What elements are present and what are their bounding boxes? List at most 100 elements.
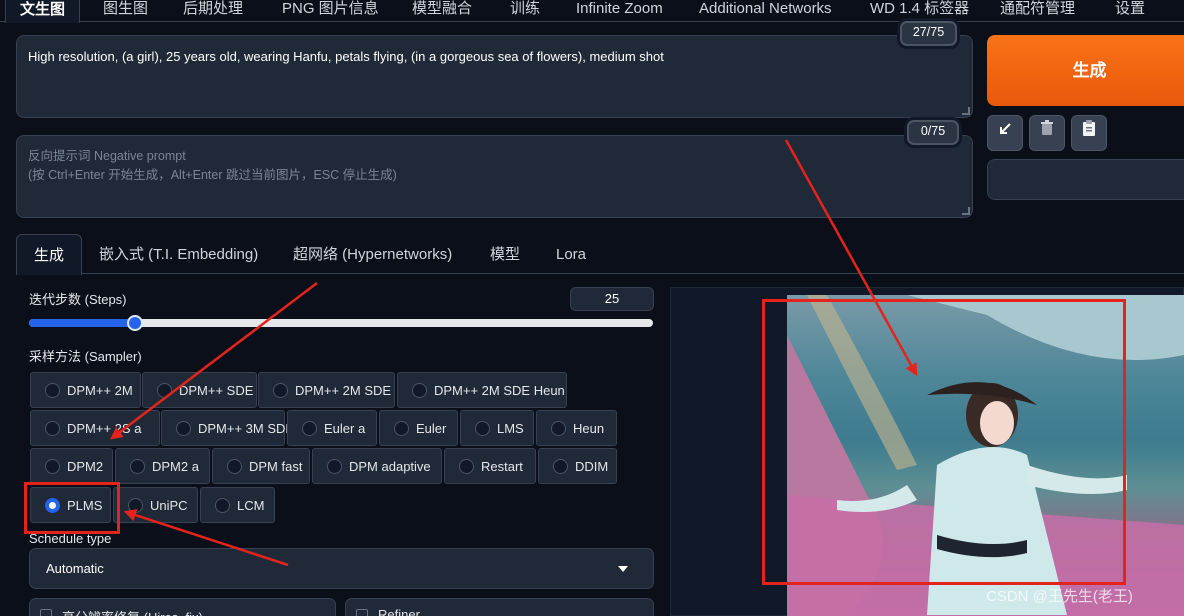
sampler-option-unipc[interactable]: UniPC: [113, 487, 198, 523]
sampler-option-label: DPM2 a: [152, 459, 199, 474]
radio-circle[interactable]: [551, 421, 566, 436]
sampler-option-lms[interactable]: LMS: [460, 410, 534, 446]
sampler-option-label: DPM++ 2M: [67, 383, 133, 398]
negative-token-counter: 0/75: [907, 120, 959, 145]
subtab-generation[interactable]: 生成: [16, 234, 82, 275]
sampler-option-label: DPM++ 2M SDE Heun: [434, 383, 565, 398]
sampler-option-label: DPM adaptive: [349, 459, 431, 474]
radio-circle[interactable]: [227, 459, 242, 474]
trash-icon[interactable]: [1029, 115, 1065, 151]
radio-circle[interactable]: [302, 421, 317, 436]
chevron-down-icon: [618, 566, 628, 572]
radio-circle[interactable]: [553, 459, 568, 474]
radio-circle[interactable]: [475, 421, 490, 436]
refiner-accordion[interactable]: Refiner: [345, 598, 654, 616]
sampler-option-dpm-2m-sde-heun[interactable]: DPM++ 2M SDE Heun: [397, 372, 567, 408]
sampler-option-label: DPM++ 3M SDE: [198, 421, 295, 436]
tab-settings[interactable]: 设置: [1115, 0, 1145, 22]
top-tab-bar: 文生图 图生图 后期处理 PNG 图片信息 模型融合 训练 Infinite Z…: [0, 0, 1184, 23]
sampler-option-label: DPM++ 2M SDE: [295, 383, 392, 398]
generate-button[interactable]: 生成: [987, 35, 1184, 106]
placeholder-line2: (按 Ctrl+Enter 开始生成，Alt+Enter 跳过当前图片，ESC …: [28, 168, 397, 182]
tab-infinite-zoom[interactable]: Infinite Zoom: [576, 0, 663, 22]
sampler-option-ddim[interactable]: DDIM: [538, 448, 617, 484]
radio-circle[interactable]: [273, 383, 288, 398]
tab-additional-networks[interactable]: Additional Networks: [699, 0, 832, 22]
resize-handle[interactable]: [962, 207, 970, 215]
sampler-option-label: Euler a: [324, 421, 366, 436]
sampler-option-dpm-sde[interactable]: DPM++ SDE: [142, 372, 257, 408]
highlight-box-image: [762, 299, 1126, 585]
refiner-checkbox[interactable]: [356, 609, 368, 616]
steps-slider-handle[interactable]: [127, 315, 144, 331]
steps-slider-fill: [29, 319, 136, 327]
radio-circle[interactable]: [215, 498, 230, 513]
sampler-option-dpm2-a[interactable]: DPM2 a: [115, 448, 210, 484]
sampler-option-dpm-fast[interactable]: DPM fast: [212, 448, 310, 484]
tab-checkpoint-merger[interactable]: 模型融合: [412, 0, 472, 22]
radio-circle[interactable]: [45, 383, 60, 398]
arrow-down-left-icon[interactable]: [987, 115, 1023, 151]
tab-wildcards[interactable]: 通配符管理: [1000, 0, 1075, 22]
sub-tab-bar: 生成 嵌入式 (T.I. Embedding) 超网络 (Hypernetwor…: [16, 234, 1184, 275]
schedule-type-select[interactable]: Automatic: [29, 548, 654, 589]
steps-number-input[interactable]: 25: [570, 287, 654, 311]
radio-circle[interactable]: [394, 421, 409, 436]
subtab-embedding[interactable]: 嵌入式 (T.I. Embedding): [99, 234, 258, 274]
watermark: CSDN @王先生(老王): [986, 588, 1133, 605]
hires-fix-label: 高分辨率修复 (Hires. fix): [62, 607, 203, 616]
steps-label: 迭代步数 (Steps): [29, 292, 127, 307]
sampler-option-lcm[interactable]: LCM: [200, 487, 275, 523]
steps-slider[interactable]: [29, 315, 653, 331]
placeholder-line1: 反向提示词 Negative prompt: [28, 149, 186, 163]
radio-circle[interactable]: [459, 459, 474, 474]
sampler-option-euler[interactable]: Euler: [379, 410, 458, 446]
radio-circle[interactable]: [128, 498, 143, 513]
sampler-option-dpm-adaptive[interactable]: DPM adaptive: [312, 448, 442, 484]
negative-prompt-placeholder: 反向提示词 Negative prompt (按 Ctrl+Enter 开始生成…: [28, 147, 397, 185]
resize-handle[interactable]: [962, 107, 970, 115]
negative-prompt-input[interactable]: 反向提示词 Negative prompt (按 Ctrl+Enter 开始生成…: [16, 135, 973, 218]
subtab-lora[interactable]: Lora: [556, 234, 586, 274]
radio-circle[interactable]: [45, 459, 60, 474]
schedule-type-value: Automatic: [46, 561, 104, 576]
radio-circle[interactable]: [45, 421, 60, 436]
refiner-label: Refiner: [378, 607, 420, 616]
prompt-text: High resolution, (a girl), 25 years old,…: [28, 49, 664, 64]
sampler-option-dpm-2s-a[interactable]: DPM++ 2S a: [30, 410, 160, 446]
sampler-option-label: Heun: [573, 421, 605, 436]
radio-circle[interactable]: [176, 421, 191, 436]
subtab-checkpoints[interactable]: 模型: [490, 234, 520, 274]
highlight-box-plms: [24, 482, 120, 534]
sampler-option-euler-a[interactable]: Euler a: [287, 410, 377, 446]
sampler-option-dpm-3m-sde[interactable]: DPM++ 3M SDE: [161, 410, 294, 446]
sampler-option-label: DPM2: [67, 459, 104, 474]
prompt-input[interactable]: High resolution, (a girl), 25 years old,…: [16, 35, 973, 118]
tab-txt2img[interactable]: 文生图: [5, 0, 81, 23]
sampler-option-dpm-2m-sde[interactable]: DPM++ 2M SDE: [258, 372, 395, 408]
sampler-option-label: DPM++ 2S a: [67, 421, 142, 436]
tab-train[interactable]: 训练: [510, 0, 540, 22]
sampler-label: 采样方法 (Sampler): [29, 349, 142, 364]
tab-img2img[interactable]: 图生图: [103, 0, 148, 22]
sampler-option-restart[interactable]: Restart: [444, 448, 536, 484]
radio-circle[interactable]: [130, 459, 145, 474]
radio-circle[interactable]: [327, 459, 342, 474]
radio-circle[interactable]: [157, 383, 172, 398]
sampler-option-label: DPM++ SDE: [179, 383, 254, 398]
sampler-option-dpm2[interactable]: DPM2: [30, 448, 113, 484]
subtab-hypernetworks[interactable]: 超网络 (Hypernetworks): [293, 234, 452, 274]
tab-extras[interactable]: 后期处理: [183, 0, 243, 22]
radio-circle[interactable]: [412, 383, 427, 398]
styles-dropdown[interactable]: [987, 159, 1184, 200]
clipboard-icon[interactable]: [1071, 115, 1107, 151]
sampler-option-heun[interactable]: Heun: [536, 410, 617, 446]
tab-png-info[interactable]: PNG 图片信息: [282, 0, 379, 22]
hires-fix-checkbox[interactable]: [40, 609, 52, 616]
hires-fix-accordion[interactable]: 高分辨率修复 (Hires. fix): [29, 598, 336, 616]
tab-wd-tagger[interactable]: WD 1.4 标签器: [870, 0, 969, 22]
sampler-option-label: Restart: [481, 459, 523, 474]
sampler-option-dpm-2m[interactable]: DPM++ 2M: [30, 372, 141, 408]
sampler-option-label: UniPC: [150, 498, 188, 513]
sampler-option-label: LMS: [497, 421, 524, 436]
